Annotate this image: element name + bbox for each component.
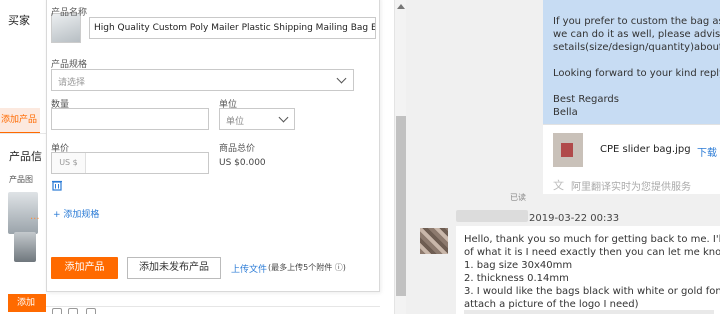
- message-line: 3. I would like the bags black with whit…: [464, 286, 720, 297]
- sender-name: [456, 210, 528, 222]
- add-unpublished-product-button[interactable]: 添加未发布产品: [127, 257, 221, 279]
- spec-placeholder: 请选择: [58, 78, 86, 88]
- add-product-button[interactable]: 添加产品: [51, 257, 118, 279]
- price-input[interactable]: US $: [51, 152, 209, 174]
- add-spec-link[interactable]: + 添加规格: [53, 207, 99, 220]
- trash-icon[interactable]: [51, 179, 63, 191]
- total-price-value: US $0.000: [219, 158, 266, 168]
- quantity-input[interactable]: [51, 108, 209, 130]
- page-title: 买家: [8, 14, 30, 27]
- download-link[interactable]: 下载: [697, 144, 717, 159]
- message-line: setails(size/design/quantity)about it.: [553, 42, 720, 53]
- product-spec-select[interactable]: 请选择: [51, 69, 354, 91]
- chat-pane: If you prefer to custom the bag as pe we…: [406, 0, 720, 314]
- bottom-toolbar: [46, 306, 380, 314]
- currency-prefix: US $: [52, 153, 86, 173]
- product-image-2: [14, 232, 36, 262]
- attachment-thumbnail: [553, 133, 583, 167]
- more-dots: ···: [30, 214, 40, 225]
- chevron-down-icon: [278, 112, 289, 123]
- translate-bar: 文 阿里翻译实时为您提供服务: [543, 172, 720, 194]
- section-title: 产品信: [9, 150, 42, 163]
- next-line-blur: [464, 310, 714, 314]
- file-icon[interactable]: [86, 308, 96, 314]
- message-line: 1. bag size 30x40mm: [464, 260, 573, 271]
- background-page: 买家 添加产品 产品信 产品图 ··· 添加: [0, 0, 46, 314]
- read-status: 已读: [510, 193, 526, 202]
- add-product-panel: 产品名称 High Quality Custom Poly Mailer Pla…: [46, 0, 380, 292]
- scroll-up-icon[interactable]: [397, 4, 405, 9]
- image-icon[interactable]: [68, 308, 78, 314]
- message-line: Looking forward to your kind reply!: [553, 68, 720, 79]
- tab-add-product[interactable]: 添加产品: [0, 108, 40, 134]
- message-line: Best Regards: [553, 94, 619, 105]
- message-line: Bella: [553, 107, 578, 118]
- total-price-label: 商品总价: [219, 144, 256, 154]
- translate-icon: 文: [553, 179, 564, 192]
- add-button[interactable]: 添加: [8, 294, 46, 312]
- message-line: 2. thickness 0.14mm: [464, 273, 569, 284]
- translate-text: 阿里翻译实时为您提供服务: [571, 182, 691, 193]
- product-image: [8, 192, 38, 234]
- avatar[interactable]: [420, 228, 448, 254]
- scrollbar-thumb[interactable]: [396, 116, 406, 296]
- attachment-name: CPE slider bag.jpg: [600, 144, 691, 155]
- chevron-down-icon: [336, 73, 347, 84]
- message-line: Hello, thank you so much for getting bac…: [464, 234, 720, 245]
- screen: 买家 添加产品 产品信 产品图 ··· 添加 产品名称 High Quality…: [0, 0, 720, 314]
- unit-placeholder: 单位: [226, 117, 245, 127]
- message-line: of what it is I need exactly then you ca…: [464, 247, 720, 258]
- message-timestamp: 2019-03-22 00:33: [529, 213, 620, 224]
- upload-file-link[interactable]: 上传文件: [231, 262, 267, 275]
- own-message-bubble: If you prefer to custom the bag as pe we…: [543, 0, 720, 124]
- product-name-label: 产品名称: [51, 8, 88, 18]
- message-line: we can do it as well, please advise m: [553, 29, 720, 40]
- tab-divider: [0, 133, 46, 134]
- upload-note: (最多上传5个附件 ⓘ): [268, 263, 346, 272]
- emoji-icon[interactable]: [52, 308, 62, 314]
- incoming-message-bubble: Hello, thank you so much for getting bac…: [456, 226, 720, 314]
- scrollbar[interactable]: [394, 0, 406, 314]
- message-line: If you prefer to custom the bag as pe: [553, 16, 720, 27]
- product-name-input[interactable]: High Quality Custom Poly Mailer Plastic …: [89, 17, 376, 39]
- image-label: 产品图: [9, 175, 33, 184]
- unit-select[interactable]: 单位: [219, 108, 295, 130]
